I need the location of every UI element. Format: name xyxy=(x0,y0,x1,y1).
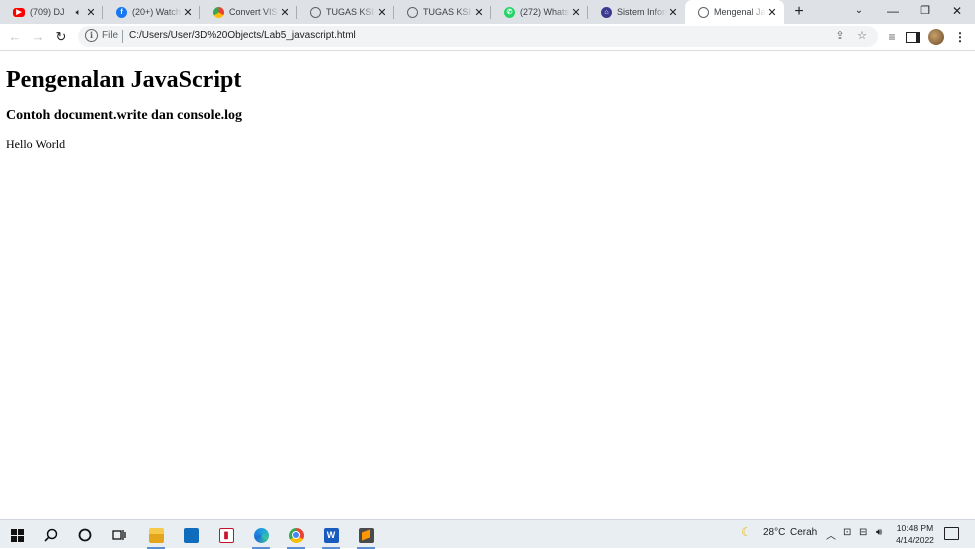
youtube-icon: ▶ xyxy=(13,7,25,17)
side-panel-icon[interactable] xyxy=(905,29,921,45)
close-tab-icon[interactable]: ✕ xyxy=(570,6,582,19)
close-tab-icon[interactable]: ✕ xyxy=(376,6,388,19)
chrome-icon[interactable] xyxy=(285,524,307,549)
weather-temperature[interactable]: 28°C xyxy=(763,527,785,538)
whatsapp-icon: ✆ xyxy=(504,6,515,18)
tab-title: Convert VISIO xyxy=(229,7,279,17)
chevron-up-icon[interactable]: ︿ xyxy=(826,527,836,542)
globe-icon xyxy=(407,6,418,18)
omnibox-divider xyxy=(122,30,123,43)
mail-icon[interactable] xyxy=(180,524,202,546)
globe-icon xyxy=(698,6,709,18)
word-icon[interactable]: W xyxy=(320,524,342,549)
tab-youtube[interactable]: ▶ (709) DJ 🔈︎ ✕ xyxy=(0,0,103,24)
tab-tugas-pe[interactable]: TUGAS KSI PE ✕ xyxy=(297,0,394,24)
tab-strip: ▶ (709) DJ 🔈︎ ✕ f (20+) Watch ✕ Convert … xyxy=(0,0,975,24)
volume-icon[interactable]: 🔊︎ xyxy=(876,527,882,538)
tab-title: TUGAS KSI PE xyxy=(326,7,376,17)
tab-sistem-inform[interactable]: ⌂ Sistem Inform ✕ xyxy=(588,0,685,24)
meet-now-icon[interactable]: ⊡ xyxy=(843,527,851,538)
new-tab-button[interactable]: + xyxy=(789,2,809,22)
convert-icon xyxy=(213,6,224,18)
close-tab-icon[interactable]: ✕ xyxy=(473,6,485,19)
gift-app-icon[interactable]: ▮ xyxy=(215,524,237,546)
address-bar[interactable]: i File C:/Users/User/3D%20Objects/Lab5_j… xyxy=(78,26,878,47)
tab-search-icon[interactable]: ⌄ xyxy=(843,0,875,24)
globe-icon xyxy=(310,6,321,18)
task-view-icon[interactable] xyxy=(108,524,130,546)
reading-list-icon[interactable]: ≡ xyxy=(884,29,900,45)
profile-avatar[interactable] xyxy=(928,29,944,45)
restore-button[interactable]: ❐ xyxy=(909,0,941,24)
tab-convert[interactable]: Convert VISIO ✕ xyxy=(200,0,297,24)
cortana-icon[interactable] xyxy=(74,524,96,546)
tab-title: Sistem Inform xyxy=(617,7,667,17)
system-clock[interactable]: 10:48 PM 4/14/2022 xyxy=(893,522,937,546)
taskbar: ▮ W ☾ 28°C Cerah ︿ ⊡ ⊟ 🔊︎ 10:48 PM 4/14/… xyxy=(0,519,975,549)
clock-time: 10:48 PM xyxy=(896,523,934,533)
speaker-muted-icon[interactable]: 🔈︎ xyxy=(76,7,81,18)
sublime-text-icon[interactable] xyxy=(355,524,377,549)
notification-center-icon[interactable] xyxy=(944,527,959,540)
close-tab-icon[interactable]: ✕ xyxy=(279,6,291,19)
close-tab-icon[interactable]: ✕ xyxy=(85,6,97,19)
tab-title: Mengenal Jav xyxy=(714,7,766,17)
tab-title: (20+) Watch xyxy=(132,7,181,17)
bookmark-star-icon[interactable]: ☆ xyxy=(855,29,869,43)
university-icon: ⌂ xyxy=(601,6,612,18)
close-tab-icon[interactable]: ✕ xyxy=(766,6,778,19)
close-window-button[interactable]: ✕ xyxy=(941,0,973,24)
tab-whatsapp[interactable]: ✆ (272) WhatsA ✕ xyxy=(491,0,588,24)
close-tab-icon[interactable]: ✕ xyxy=(182,6,194,19)
info-icon[interactable]: i xyxy=(85,29,98,42)
facebook-icon: f xyxy=(116,6,127,18)
tab-title: (709) DJ xyxy=(30,7,65,17)
page-text: Hello World xyxy=(6,137,66,151)
tab-tugas-fa[interactable]: TUGAS KSI FA ✕ xyxy=(394,0,491,24)
url-text[interactable]: C:/Users/User/3D%20Objects/Lab5_javascri… xyxy=(129,30,356,41)
tab-facebook[interactable]: f (20+) Watch ✕ xyxy=(103,0,200,24)
reload-icon[interactable]: ↻ xyxy=(52,28,70,46)
network-icon[interactable]: ⊟ xyxy=(859,527,867,538)
edge-icon[interactable] xyxy=(250,524,272,549)
forward-arrow-icon[interactable]: → xyxy=(29,28,47,46)
minimize-button[interactable]: — xyxy=(877,0,909,24)
weather-description[interactable]: Cerah xyxy=(790,527,817,538)
scheme-label: File xyxy=(102,30,119,41)
file-explorer-icon[interactable] xyxy=(145,524,167,549)
back-arrow-icon[interactable]: ← xyxy=(6,28,24,46)
search-icon[interactable] xyxy=(40,524,62,546)
weather-moon-icon[interactable]: ☾ xyxy=(741,525,752,539)
page-heading: Pengenalan JavaScript xyxy=(6,67,242,93)
tab-mengenal-jav-active[interactable]: Mengenal Jav ✕ xyxy=(685,0,784,24)
page-subheading: Contoh document.write dan console.log xyxy=(6,108,243,123)
tab-title: (272) WhatsA xyxy=(520,7,570,17)
page-content: Pengenalan JavaScript Contoh document.wr… xyxy=(0,51,975,519)
windows-start-icon[interactable] xyxy=(6,524,28,546)
clock-date: 4/14/2022 xyxy=(896,535,934,545)
tab-title: TUGAS KSI FA xyxy=(423,7,473,17)
menu-kebab-icon[interactable]: ⋮ xyxy=(952,29,968,45)
share-icon[interactable]: ⇪ xyxy=(833,29,847,43)
browser-toolbar: ← → ↻ i File C:/Users/User/3D%20Objects/… xyxy=(0,24,975,51)
close-tab-icon[interactable]: ✕ xyxy=(667,6,679,19)
